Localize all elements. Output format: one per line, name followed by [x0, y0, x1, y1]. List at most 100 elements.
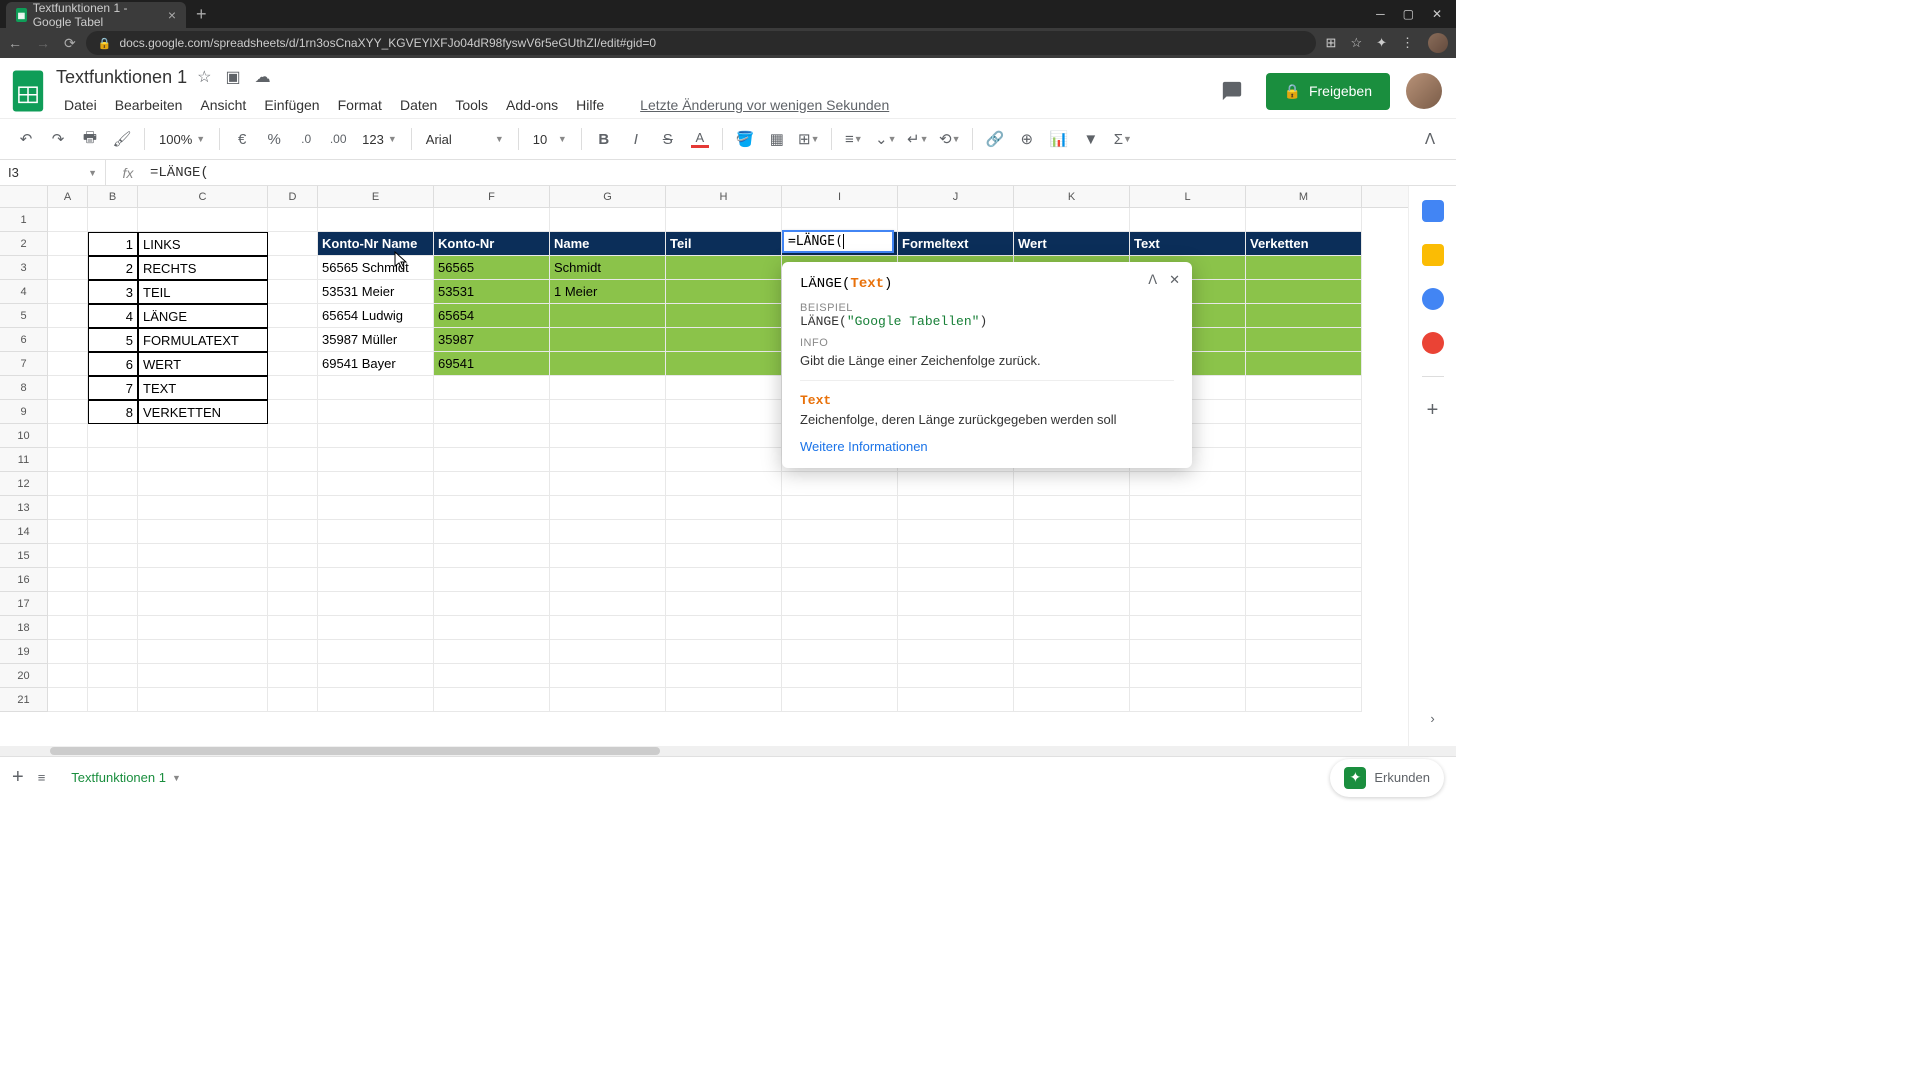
functions-button[interactable]: Σ▼: [1109, 125, 1137, 153]
cell[interactable]: [1246, 304, 1362, 328]
font-size-select[interactable]: 10▼: [527, 132, 573, 147]
menu-einfuegen[interactable]: Einfügen: [256, 94, 327, 116]
cell[interactable]: [1014, 616, 1130, 640]
cell[interactable]: [550, 496, 666, 520]
cell[interactable]: [268, 208, 318, 232]
cell[interactable]: [138, 544, 268, 568]
cell[interactable]: [434, 520, 550, 544]
cell[interactable]: [1130, 544, 1246, 568]
menu-daten[interactable]: Daten: [392, 94, 445, 116]
cell[interactable]: [88, 664, 138, 688]
cell[interactable]: [48, 544, 88, 568]
cell[interactable]: [1246, 256, 1362, 280]
hide-panel-icon[interactable]: ›: [1430, 711, 1434, 726]
cell[interactable]: [550, 520, 666, 544]
cell[interactable]: [666, 688, 782, 712]
cell[interactable]: [782, 568, 898, 592]
row-header[interactable]: 7: [0, 352, 48, 376]
row-header[interactable]: 20: [0, 664, 48, 688]
col-header[interactable]: C: [138, 186, 268, 207]
cell[interactable]: [48, 448, 88, 472]
cell[interactable]: [782, 496, 898, 520]
sheets-logo[interactable]: [8, 65, 48, 117]
cell[interactable]: [898, 496, 1014, 520]
collapse-tooltip-icon[interactable]: ᐱ: [1148, 272, 1157, 288]
increase-decimal-button[interactable]: .00: [324, 125, 352, 153]
cell[interactable]: 35987: [434, 328, 550, 352]
cell[interactable]: [898, 592, 1014, 616]
cell[interactable]: [138, 496, 268, 520]
cell[interactable]: [268, 544, 318, 568]
cell[interactable]: [1246, 424, 1362, 448]
cell[interactable]: [550, 424, 666, 448]
cell[interactable]: [318, 664, 434, 688]
add-sheet-button[interactable]: +: [12, 766, 24, 789]
cell[interactable]: [268, 520, 318, 544]
cell[interactable]: [268, 256, 318, 280]
col-header[interactable]: F: [434, 186, 550, 207]
col-header[interactable]: D: [268, 186, 318, 207]
col-header[interactable]: J: [898, 186, 1014, 207]
cell[interactable]: [138, 520, 268, 544]
col-header[interactable]: L: [1130, 186, 1246, 207]
col-header[interactable]: A: [48, 186, 88, 207]
cell[interactable]: Text: [1130, 232, 1246, 256]
cell[interactable]: [138, 592, 268, 616]
cell[interactable]: [1246, 328, 1362, 352]
cell[interactable]: [434, 688, 550, 712]
cell[interactable]: [666, 592, 782, 616]
cell[interactable]: [1246, 280, 1362, 304]
cell[interactable]: Konto-Nr: [434, 232, 550, 256]
horizontal-scrollbar[interactable]: [0, 746, 1456, 756]
cell[interactable]: 3: [88, 280, 138, 304]
cell[interactable]: [1130, 520, 1246, 544]
cell[interactable]: [48, 328, 88, 352]
cell[interactable]: [550, 472, 666, 496]
star-icon[interactable]: ☆: [1350, 35, 1362, 51]
col-header[interactable]: I: [782, 186, 898, 207]
cell[interactable]: [666, 520, 782, 544]
cell[interactable]: 5: [88, 328, 138, 352]
row-header[interactable]: 5: [0, 304, 48, 328]
cell[interactable]: [666, 208, 782, 232]
cell[interactable]: [88, 448, 138, 472]
cell[interactable]: [268, 280, 318, 304]
col-header[interactable]: H: [666, 186, 782, 207]
filter-button[interactable]: ▼: [1077, 125, 1105, 153]
cell[interactable]: [898, 688, 1014, 712]
cell[interactable]: [138, 568, 268, 592]
cell[interactable]: [1014, 208, 1130, 232]
cell[interactable]: [48, 256, 88, 280]
cell[interactable]: [1014, 472, 1130, 496]
cell[interactable]: [666, 304, 782, 328]
cell[interactable]: [88, 496, 138, 520]
row-header[interactable]: 16: [0, 568, 48, 592]
cell[interactable]: [550, 304, 666, 328]
cell[interactable]: [48, 232, 88, 256]
maximize-icon[interactable]: ▢: [1403, 7, 1414, 21]
link-button[interactable]: 🔗: [981, 125, 1009, 153]
move-doc-icon[interactable]: ▣: [225, 67, 240, 87]
merge-button[interactable]: ⊞▼: [795, 125, 823, 153]
cell[interactable]: [268, 616, 318, 640]
cell[interactable]: [434, 496, 550, 520]
cell[interactable]: [48, 280, 88, 304]
cell[interactable]: [318, 472, 434, 496]
cell[interactable]: [1246, 616, 1362, 640]
row-header[interactable]: 4: [0, 280, 48, 304]
cell[interactable]: 8: [88, 400, 138, 424]
col-header[interactable]: M: [1246, 186, 1362, 207]
cell[interactable]: [666, 376, 782, 400]
cell[interactable]: [434, 544, 550, 568]
cell[interactable]: LÄNGE: [138, 304, 268, 328]
cell[interactable]: [666, 256, 782, 280]
cell[interactable]: [666, 328, 782, 352]
cell[interactable]: [268, 688, 318, 712]
row-header[interactable]: 13: [0, 496, 48, 520]
cell[interactable]: [898, 520, 1014, 544]
cell[interactable]: [1246, 472, 1362, 496]
cell[interactable]: [318, 544, 434, 568]
cell[interactable]: 2: [88, 256, 138, 280]
cell[interactable]: [434, 568, 550, 592]
cell[interactable]: [898, 664, 1014, 688]
